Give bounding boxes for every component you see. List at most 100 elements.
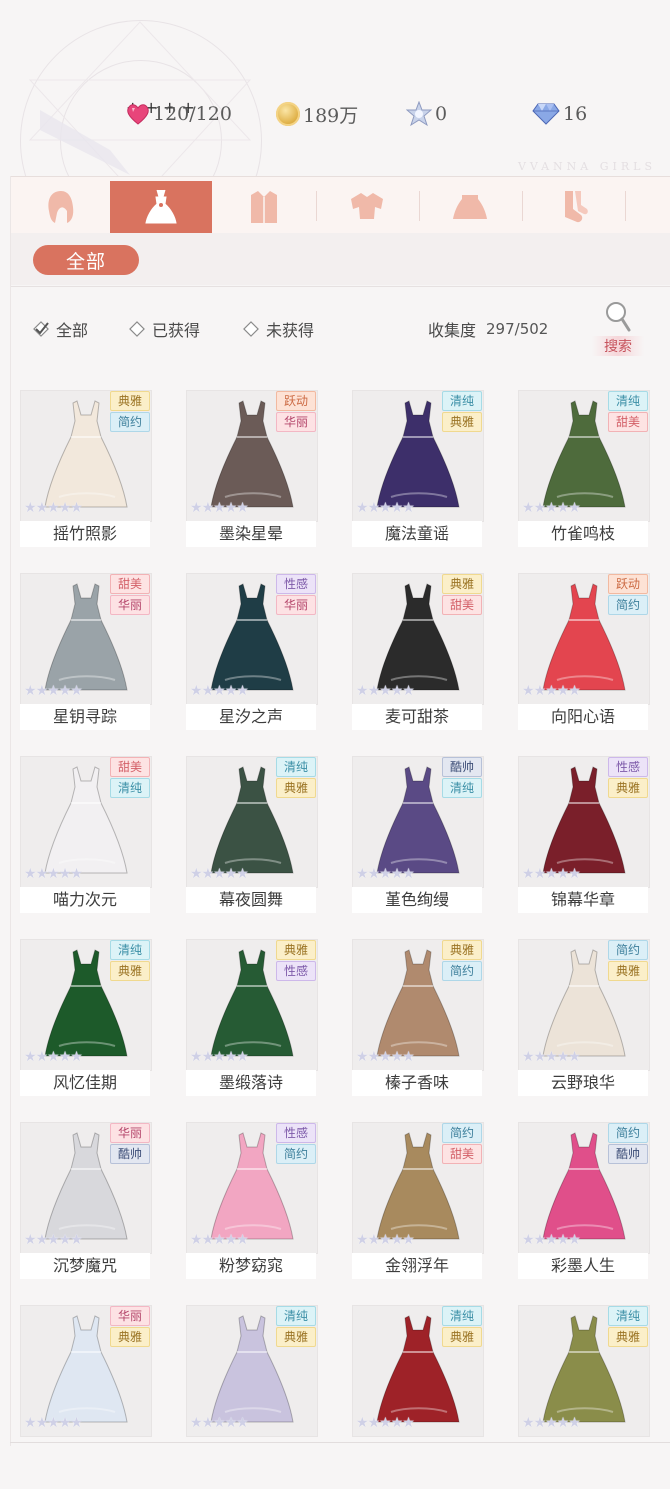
collection-progress: 收集度 297/502 — [428, 312, 548, 346]
tab-skirt[interactable] — [419, 181, 521, 233]
option-owned[interactable]: 已获得 — [128, 312, 200, 346]
star-icon: ★ — [402, 1232, 415, 1248]
outfit-card[interactable]: 清纯 典雅 ★ ★ ★ ★ ★ 幕夜圆舞 — [186, 756, 318, 916]
skirt-icon — [453, 195, 487, 219]
style-tag: 清纯 — [442, 391, 482, 411]
divider — [10, 1442, 670, 1443]
outfit-card[interactable]: 清纯 典雅 ★ ★ ★ ★ ★ — [186, 1305, 318, 1465]
style-tag: 酷帅 — [442, 757, 482, 777]
option-all-label: 全部 — [56, 321, 89, 340]
style-tag: 清纯 — [276, 757, 316, 777]
outfit-name: 竹雀鸣枝 — [518, 521, 648, 547]
style-tag: 简约 — [276, 1144, 316, 1164]
outfit-name: 幕夜圆舞 — [186, 887, 316, 913]
option-not-owned-label: 未获得 — [266, 321, 315, 340]
currency-bar: 120/120 + 189万 + 0 + 16 + — [126, 98, 656, 130]
style-tag: 简约 — [442, 961, 482, 981]
rarity-stars: ★ ★ ★ ★ ★ — [522, 683, 581, 699]
star-icon: ★ — [568, 1415, 581, 1431]
style-tag: 性感 — [276, 961, 316, 981]
rarity-stars: ★ ★ ★ ★ ★ — [24, 1049, 83, 1065]
outfit-card[interactable]: 简约 典雅 ★ ★ ★ ★ ★ 云野琅华 — [518, 939, 650, 1099]
outfit-card[interactable]: 清纯 典雅 ★ ★ ★ ★ ★ 魔法童谣 — [352, 390, 484, 550]
outfit-card[interactable]: 清纯 甜美 ★ ★ ★ ★ ★ 竹雀鸣枝 — [518, 390, 650, 550]
outfit-name: 沉梦魔咒 — [20, 1253, 150, 1279]
option-all[interactable]: 全部 — [32, 312, 88, 346]
style-tag: 甜美 — [608, 412, 648, 432]
subfilter-bar: 全部 — [10, 233, 670, 285]
search-label: 搜索 — [592, 336, 644, 356]
tab-socks[interactable] — [522, 181, 624, 233]
star-icon: ★ — [568, 683, 581, 699]
option-not-owned[interactable]: 未获得 — [242, 312, 314, 346]
style-tag: 清纯 — [442, 778, 482, 798]
style-tag: 典雅 — [608, 778, 648, 798]
rarity-stars: ★ ★ ★ ★ ★ — [190, 866, 249, 882]
style-tag: 简约 — [608, 940, 648, 960]
outfit-card[interactable]: 华丽 典雅 ★ ★ ★ ★ ★ — [20, 1305, 152, 1465]
heart-icon — [127, 104, 149, 125]
style-tag: 典雅 — [110, 391, 150, 411]
style-tag: 典雅 — [608, 961, 648, 981]
rarity-stars: ★ ★ ★ ★ ★ — [356, 500, 415, 516]
tab-coat[interactable] — [213, 181, 315, 233]
outfit-card[interactable]: 清纯 典雅 ★ ★ ★ ★ ★ — [518, 1305, 650, 1465]
style-tag: 甜美 — [442, 595, 482, 615]
star-icon: ★ — [236, 683, 249, 699]
outfit-card[interactable]: 性感 简约 ★ ★ ★ ★ ★ 粉梦窈窕 — [186, 1122, 318, 1282]
outfit-name: 云野琅华 — [518, 1070, 648, 1096]
style-tag: 性感 — [608, 757, 648, 777]
style-tag: 清纯 — [110, 778, 150, 798]
outfit-card[interactable]: 酷帅 清纯 ★ ★ ★ ★ ★ 堇色绚缦 — [352, 756, 484, 916]
outfit-card[interactable]: 简约 甜美 ★ ★ ★ ★ ★ 金翎浮年 — [352, 1122, 484, 1282]
outfit-card[interactable]: 性感 华丽 ★ ★ ★ ★ ★ 星汐之声 — [186, 573, 318, 733]
outfit-name: 星钥寻踪 — [20, 704, 150, 730]
star-icon: ★ — [402, 866, 415, 882]
stamina-counter: 120/120 — [126, 98, 232, 130]
outfit-card[interactable]: 清纯 典雅 ★ ★ ★ ★ ★ — [352, 1305, 484, 1465]
search-button[interactable]: 搜索 — [586, 300, 648, 358]
rarity-stars: ★ ★ ★ ★ ★ — [356, 683, 415, 699]
tab-top[interactable] — [316, 181, 418, 233]
star-crystal-icon — [406, 101, 432, 127]
style-tag: 酷帅 — [110, 1144, 150, 1164]
diamond-icon — [532, 103, 560, 125]
style-tag: 华丽 — [276, 595, 316, 615]
rarity-stars: ★ ★ ★ ★ ★ — [522, 500, 581, 516]
outfit-name: 墨染星晕 — [186, 521, 316, 547]
outfit-card[interactable]: 典雅 甜美 ★ ★ ★ ★ ★ 麦可甜茶 — [352, 573, 484, 733]
outfit-card[interactable]: 典雅 简约 ★ ★ ★ ★ ★ 摇竹照影 — [20, 390, 152, 550]
star-icon: ★ — [236, 1415, 249, 1431]
outfit-name: 风忆佳期 — [20, 1070, 150, 1096]
option-owned-label: 已获得 — [152, 321, 201, 340]
outfit-name: 喵力次元 — [20, 887, 150, 913]
outfit-card[interactable]: 简约 酷帅 ★ ★ ★ ★ ★ 彩墨人生 — [518, 1122, 650, 1282]
style-tag: 典雅 — [442, 574, 482, 594]
tab-hair[interactable] — [10, 181, 112, 233]
outfit-name: 摇竹照影 — [20, 521, 150, 547]
rarity-stars: ★ ★ ★ ★ ★ — [190, 500, 249, 516]
collection-count: 297/502 — [486, 320, 549, 338]
gold-counter: 189万 — [276, 98, 358, 130]
divider — [10, 286, 670, 287]
style-tag: 华丽 — [110, 595, 150, 615]
outfit-card[interactable]: 甜美 华丽 ★ ★ ★ ★ ★ 星钥寻踪 — [20, 573, 152, 733]
outfit-card[interactable]: 跃动 简约 ★ ★ ★ ★ ★ 向阳心语 — [518, 573, 650, 733]
gold-value: 189万 — [303, 104, 359, 127]
outfit-card[interactable]: 典雅 性感 ★ ★ ★ ★ ★ 墨缎落诗 — [186, 939, 318, 1099]
style-tag: 典雅 — [442, 1327, 482, 1347]
outfit-card[interactable]: 典雅 简约 ★ ★ ★ ★ ★ 榛子香味 — [352, 939, 484, 1099]
outfit-card[interactable]: 清纯 典雅 ★ ★ ★ ★ ★ 风忆佳期 — [20, 939, 152, 1099]
outfit-card[interactable]: 跃动 华丽 ★ ★ ★ ★ ★ 墨染星晕 — [186, 390, 318, 550]
hair-icon — [48, 191, 74, 223]
star-icon: ★ — [568, 500, 581, 516]
tab-dress[interactable] — [110, 181, 212, 233]
star-icon: ★ — [236, 1232, 249, 1248]
dress-icon — [145, 189, 177, 224]
outfit-card[interactable]: 性感 典雅 ★ ★ ★ ★ ★ 锦幕华章 — [518, 756, 650, 916]
filter-all-pill[interactable]: 全部 — [33, 245, 139, 275]
outfit-card[interactable]: 华丽 酷帅 ★ ★ ★ ★ ★ 沉梦魔咒 — [20, 1122, 152, 1282]
rarity-stars: ★ ★ ★ ★ ★ — [24, 1232, 83, 1248]
rarity-stars: ★ ★ ★ ★ ★ — [190, 683, 249, 699]
outfit-card[interactable]: 甜美 清纯 ★ ★ ★ ★ ★ 喵力次元 — [20, 756, 152, 916]
